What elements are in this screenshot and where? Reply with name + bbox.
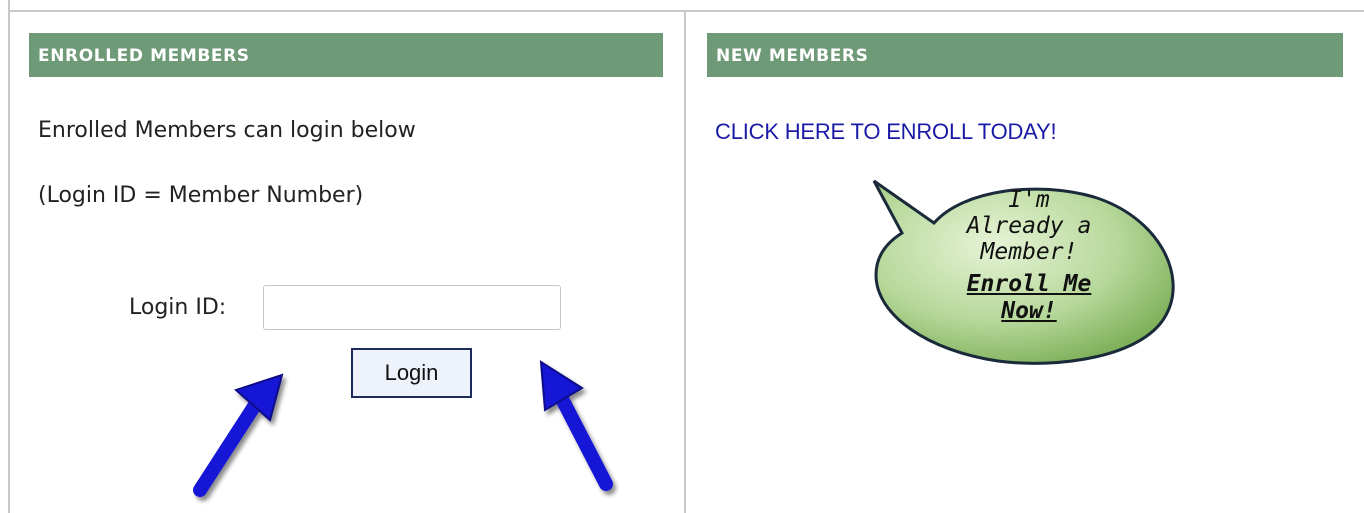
bubble-line-5: Now! [1001, 298, 1057, 324]
bubble-line-1: I'm [1008, 187, 1050, 213]
new-members-header: NEW MEMBERS [707, 33, 1343, 77]
enroll-today-link[interactable]: CLICK HERE TO ENROLL TODAY! [715, 119, 1057, 145]
enroll-me-now-bubble[interactable]: I'm Already a Member! Enroll Me Now! [868, 175, 1183, 365]
bubble-line-3: Member! [980, 239, 1078, 265]
bubble-line-2: Already a [966, 213, 1092, 239]
arrow-up-right-icon [193, 373, 284, 497]
bubble-line-4: Enroll Me [966, 271, 1092, 297]
arrow-up-left-icon [539, 360, 613, 491]
